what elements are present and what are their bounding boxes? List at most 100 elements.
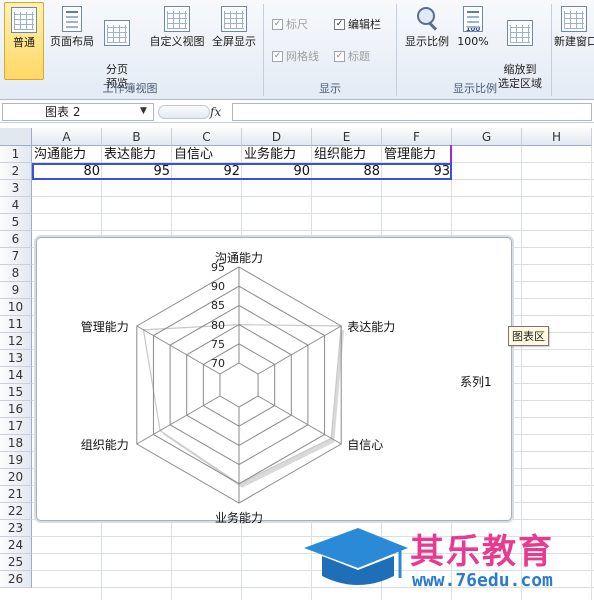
value-cell[interactable]: 80 [32, 163, 102, 180]
formula-bar-check-icon: ✓ [334, 18, 345, 30]
zoom-100-button[interactable]: 100 100% [454, 2, 492, 80]
gridlines-checkbox[interactable]: ✓ 网格线 [272, 48, 319, 64]
tick-label: 90 [211, 280, 225, 294]
column-header[interactable]: C [172, 128, 242, 146]
custom-views-button[interactable]: 自定义视图 [146, 2, 208, 80]
value-cell[interactable]: 95 [102, 163, 172, 180]
radar-chart [136, 266, 345, 504]
tick-label: 70 [211, 357, 225, 370]
category-label: 组织能力 [80, 438, 129, 452]
insert-function-icon[interactable]: fx [210, 103, 230, 121]
headings-label: 标题 [348, 50, 370, 63]
tick-label: 85 [211, 299, 225, 313]
row-header[interactable]: 12 [0, 333, 32, 350]
magnifier-icon [414, 6, 440, 32]
row-header[interactable]: 11 [0, 316, 32, 333]
row-header[interactable]: 23 [0, 520, 32, 537]
row-header[interactable]: 25 [0, 554, 32, 571]
graduation-cap-logo [304, 528, 408, 585]
row-header[interactable]: 24 [0, 537, 32, 554]
normal-view-icon [11, 7, 37, 33]
normal-view-button[interactable]: 普通 [4, 2, 44, 80]
row-header[interactable]: 8 [0, 265, 32, 282]
formula-bar: 图表 2 ▼ fx [0, 101, 594, 123]
row-header[interactable]: 15 [0, 384, 32, 401]
full-screen-label: 全屏显示 [212, 35, 256, 48]
category-label: 业务能力 [215, 511, 264, 525]
row-header[interactable]: 21 [0, 486, 32, 503]
page-layout-icon [62, 6, 82, 32]
ruler-check-icon: ✓ [272, 18, 283, 30]
row-header[interactable]: 5 [0, 214, 32, 231]
zoom-to-selection-button[interactable]: 缩放到 选定区域 [494, 2, 546, 90]
row-header[interactable]: 14 [0, 367, 32, 384]
custom-views-icon [164, 6, 190, 32]
row-header[interactable]: 18 [0, 435, 32, 452]
column-header[interactable]: H [522, 128, 592, 146]
value-cell[interactable]: 92 [172, 163, 242, 180]
row-header[interactable]: 6 [0, 231, 32, 248]
category-label: 管理能力 [80, 320, 129, 334]
headings-check-icon: ✓ [334, 50, 345, 62]
zoom-label: 显示比例 [405, 35, 449, 48]
legend-entry[interactable]: 系列1 [460, 373, 492, 390]
row-header[interactable]: 17 [0, 418, 32, 435]
value-cell[interactable]: 88 [312, 163, 382, 180]
row-header[interactable]: 26 [0, 571, 32, 588]
row-header[interactable]: 16 [0, 401, 32, 418]
header-cell[interactable]: 组织能力 [314, 146, 384, 163]
row-header[interactable]: 13 [0, 350, 32, 367]
select-all-corner[interactable] [0, 128, 32, 146]
chart-area[interactable]: 沟通能力 表达能力 自信心 业务能力 组织能力 管理能力 70 75 80 85 90 95 系列1 [36, 237, 512, 525]
page-break-preview-button[interactable]: 分页 预览 [98, 2, 136, 90]
zoom-100-icon: 100 [463, 6, 483, 33]
category-label: 表达能力 [347, 320, 396, 334]
column-header[interactable]: F [382, 128, 452, 146]
gridline [32, 196, 594, 197]
row-header[interactable]: 20 [0, 469, 32, 486]
row-header[interactable]: 3 [0, 180, 32, 197]
formula-input[interactable] [232, 103, 592, 121]
row-header[interactable]: 9 [0, 282, 32, 299]
tick-label: 80 [211, 318, 225, 332]
name-box-dropdown-icon[interactable]: ▼ [140, 103, 147, 119]
formula-bar-splitter[interactable] [158, 105, 210, 119]
group-separator [396, 4, 397, 96]
group-separator [551, 4, 552, 96]
name-box[interactable]: 图表 2 [2, 103, 154, 121]
show-group-label: 显示 [319, 82, 341, 95]
new-window-button[interactable]: 新建窗口 [554, 2, 594, 80]
gridlines-label: 网格线 [286, 50, 319, 63]
watermark: 其乐教育 www.76edu.com [300, 518, 594, 600]
header-cell[interactable]: 自信心 [174, 146, 244, 163]
row-header[interactable]: 7 [0, 248, 32, 265]
page-layout-button[interactable]: 页面布局 [46, 2, 98, 80]
row-header[interactable]: 22 [0, 503, 32, 520]
zoom-group-label: 显示比例 [453, 82, 497, 95]
row-header[interactable]: 1 [0, 146, 32, 163]
header-cell[interactable]: 表达能力 [104, 146, 174, 163]
zoom-100-label: 100% [457, 35, 489, 48]
header-cell[interactable]: 管理能力 [384, 146, 454, 163]
value-cell[interactable]: 90 [242, 163, 312, 180]
zoom-button[interactable]: 显示比例 [400, 2, 454, 80]
ruler-checkbox[interactable]: ✓ 标尺 [272, 16, 308, 32]
header-cell[interactable]: 沟通能力 [34, 146, 104, 163]
headings-checkbox[interactable]: ✓ 标题 [334, 48, 370, 64]
row-header[interactable]: 19 [0, 452, 32, 469]
custom-views-label: 自定义视图 [149, 35, 205, 48]
row-header[interactable]: 2 [0, 163, 32, 180]
formula-bar-checkbox[interactable]: ✓ 编辑栏 [334, 16, 381, 32]
column-header[interactable]: D [242, 128, 312, 146]
header-cell[interactable]: 业务能力 [244, 146, 314, 163]
gridlines-check-icon: ✓ [272, 50, 283, 62]
row-header[interactable]: 4 [0, 197, 32, 214]
column-header[interactable]: G [452, 128, 522, 146]
column-header[interactable]: E [312, 128, 382, 146]
column-header[interactable]: A [32, 128, 102, 146]
value-cell[interactable]: 93 [382, 163, 452, 180]
full-screen-button[interactable]: 全屏显示 [208, 2, 260, 80]
column-header[interactable]: B [102, 128, 172, 146]
zoom-100-icon-text: 100 [465, 25, 481, 33]
row-header[interactable]: 10 [0, 299, 32, 316]
